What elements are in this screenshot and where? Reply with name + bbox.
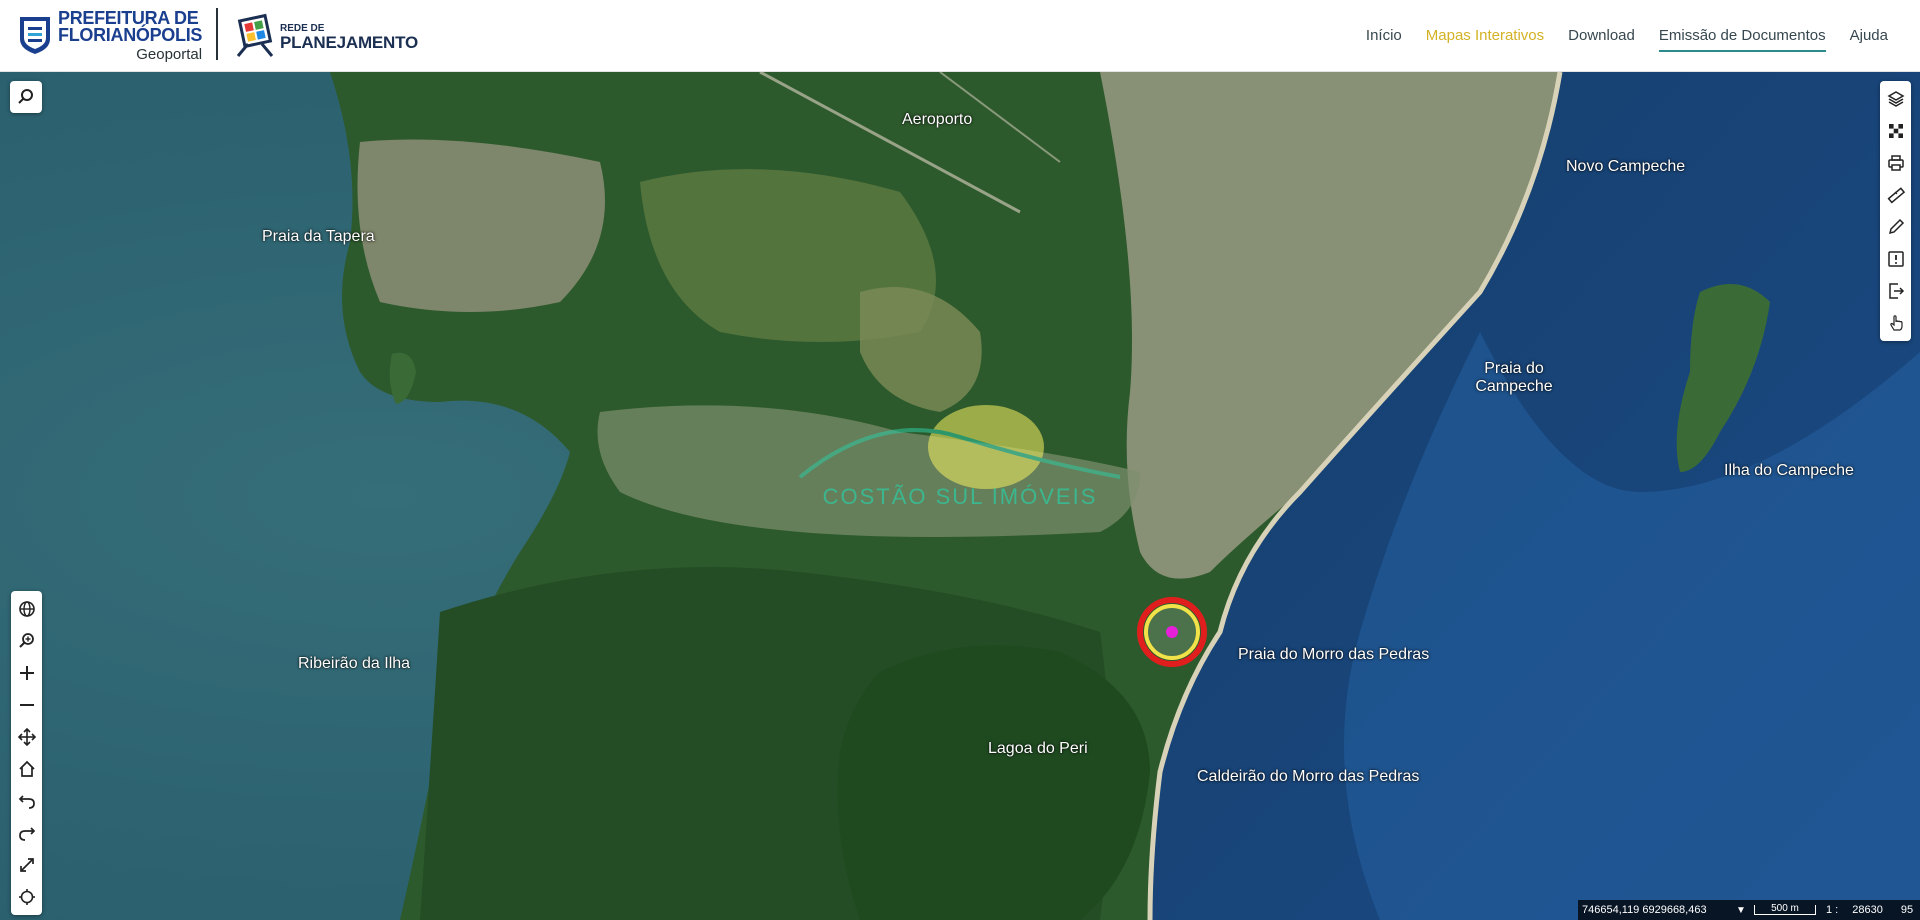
location-marker[interactable] (1137, 597, 1207, 667)
header: PREFEITURA DE FLORIANÓPOLIS Geoportal RE… (0, 0, 1920, 72)
pan-icon (17, 727, 36, 747)
scale-prefix: 1 : (1826, 904, 1839, 916)
city-shield-icon (20, 17, 50, 54)
undo-icon (18, 795, 35, 809)
export-icon (1888, 283, 1904, 299)
map-viewport[interactable]: COSTÃO SUL IMÓVEIS Aeroporto Praia da Ta… (0, 72, 1920, 920)
logo-prefeitura-line2: FLORIANÓPOLIS (58, 24, 203, 45)
chevron-down-icon[interactable]: ▼ (1736, 905, 1750, 916)
place-label-novo-campeche: Novo Campeche (1566, 158, 1686, 175)
zoom-in-button[interactable] (11, 657, 42, 689)
place-label-ilha-do-campeche: Ilha do Campeche (1724, 462, 1854, 479)
globe-icon (18, 601, 35, 617)
search-button[interactable] (10, 81, 42, 113)
rede-planejamento-logo[interactable]: REDE DE PLANEJAMENTO (234, 8, 418, 60)
place-label-praia-do-campeche: Praia do Campeche (1475, 360, 1553, 396)
satellite-basemap[interactable]: COSTÃO SUL IMÓVEIS (0, 72, 1920, 920)
nav-inicio[interactable]: Início (1366, 21, 1402, 52)
basemap-button[interactable] (1880, 115, 1911, 147)
info-icon (1887, 251, 1904, 267)
search-icon (18, 89, 33, 104)
info-button[interactable] (1880, 243, 1911, 275)
map-status-bar: 746654,119 6929668,463 ▼ 500 m 1 : 28630… (1578, 900, 1920, 920)
home-button[interactable] (11, 753, 42, 785)
search-toolbar (10, 81, 42, 113)
zoom-out-icon (19, 704, 34, 706)
scale-bar: 500 m (1754, 904, 1816, 915)
tools-toolbar (1880, 81, 1911, 341)
print-button[interactable] (1880, 147, 1911, 179)
zoom-in-icon (19, 666, 34, 680)
place-label-praia-da-tapera: Praia da Tapera (262, 228, 375, 245)
redo-button[interactable] (11, 817, 42, 849)
globe-button[interactable] (11, 593, 42, 625)
logo-rede-line2: PLANEJAMENTO (280, 32, 419, 52)
draw-icon (1888, 218, 1904, 235)
place-label-caldeirao-do-morro-das-pedras: Caldeirão do Morro das Pedras (1197, 768, 1420, 785)
zoom-search-button[interactable] (11, 625, 42, 657)
scale-extra: 95 (1900, 904, 1914, 916)
pan-button[interactable] (11, 721, 42, 753)
navigation-toolbar (11, 591, 42, 915)
rede-planejamento-mark-icon (236, 13, 274, 57)
fullscreen-button[interactable] (11, 849, 42, 881)
nav-mapas-interativos[interactable]: Mapas Interativos (1426, 21, 1544, 52)
locate-button[interactable] (11, 881, 42, 913)
home-icon (18, 760, 35, 777)
place-label-ribeirao-da-ilha: Ribeirão da Ilha (298, 655, 411, 672)
print-icon (1887, 155, 1904, 171)
identify-button[interactable] (1880, 307, 1911, 339)
logo-divider (216, 8, 218, 60)
locate-icon (18, 889, 35, 905)
basemap-icon (1888, 124, 1903, 138)
layers-button[interactable] (1880, 83, 1911, 115)
logo-rede-line1: REDE DE (280, 22, 325, 34)
scale-value: 28630 (1852, 904, 1883, 916)
undo-button[interactable] (11, 785, 42, 817)
coordinate-readout: 746654,119 6929668,463 (1582, 904, 1707, 916)
zoom-search-icon (18, 633, 34, 648)
logo-geoportal-subtitle: Geoportal (136, 45, 203, 63)
identify-hand-icon (1889, 315, 1903, 331)
fullscreen-icon (19, 858, 34, 872)
nav-download[interactable]: Download (1568, 21, 1635, 52)
layers-icon (1886, 91, 1905, 107)
draw-button[interactable] (1880, 211, 1911, 243)
zoom-out-button[interactable] (11, 689, 42, 721)
place-label-aeroporto: Aeroporto (902, 111, 973, 128)
export-button[interactable] (1880, 275, 1911, 307)
prefeitura-logo[interactable]: PREFEITURA DE FLORIANÓPOLIS Geoportal (18, 7, 203, 63)
place-label-lagoa-do-peri: Lagoa do Peri (988, 740, 1088, 757)
nav-emissao-documentos[interactable]: Emissão de Documentos (1658, 21, 1826, 52)
watermark-text: COSTÃO SUL IMÓVEIS (823, 484, 1098, 509)
measure-button[interactable] (1880, 179, 1911, 211)
nav-ajuda[interactable]: Ajuda (1850, 21, 1888, 52)
place-label-praia-do-morro-das-pedras: Praia do Morro das Pedras (1238, 646, 1430, 663)
logo-prefeitura-line1: PREFEITURA DE (58, 7, 199, 28)
measure-icon (1887, 187, 1905, 204)
main-nav: Início Mapas Interativos Download Emissã… (1342, 0, 1888, 72)
redo-icon (18, 827, 35, 841)
